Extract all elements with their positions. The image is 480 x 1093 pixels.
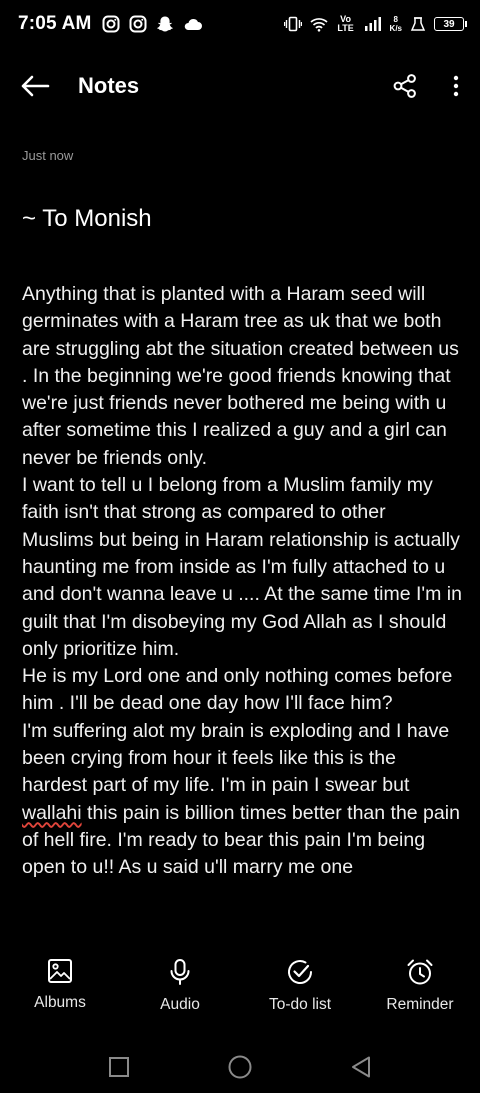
system-nav-bar [0, 1040, 480, 1093]
audio-button[interactable]: Audio [120, 958, 240, 1014]
page-title: Notes [78, 73, 140, 98]
instagram-icon [102, 15, 120, 33]
note-body-text-continued: this pain is billion times better than t… [22, 801, 460, 879]
todo-list-label: To-do list [268, 996, 332, 1013]
status-time: 7:05 AM [18, 13, 92, 34]
check-circle-icon [286, 958, 314, 986]
net-speed-unit: K/s [389, 24, 402, 33]
wifi-icon [309, 17, 328, 32]
battery-level: 39 [443, 18, 455, 30]
spellcheck-flagged-word[interactable]: wallahi [22, 802, 82, 824]
net-speed: 8 K/s [390, 15, 402, 33]
alarm-icon [410, 16, 426, 32]
reminder-button[interactable]: Reminder [360, 958, 480, 1014]
status-bar: 7:05 AM Vo LTE 8 K/s 39 [0, 0, 480, 48]
note-timestamp: Just now [22, 148, 74, 163]
vibrate-icon [283, 16, 302, 32]
audio-label: Audio [160, 996, 200, 1013]
back-triangle-icon[interactable] [350, 1055, 372, 1079]
albums-button[interactable]: Albums [0, 958, 120, 1012]
arrow-left-icon[interactable] [20, 74, 50, 98]
note-body-text: Anything that is planted with a Haram se… [22, 283, 462, 797]
net-speed-value: 8 [393, 15, 398, 24]
recents-square-icon[interactable] [108, 1056, 130, 1078]
microphone-icon [167, 958, 193, 986]
battery-icon: 39 [434, 17, 467, 31]
reminder-label: Reminder [386, 996, 454, 1013]
albums-label: Albums [34, 994, 86, 1011]
home-circle-icon[interactable] [227, 1054, 253, 1080]
app-bar: Notes [0, 56, 480, 116]
instagram-icon [129, 15, 147, 33]
note-title[interactable]: ~ To Monish [22, 205, 152, 233]
note-toolbar: Albums Audio To-do list Reminder [0, 958, 480, 1028]
share-icon[interactable] [392, 73, 418, 99]
image-icon [47, 958, 73, 984]
snapchat-icon [156, 15, 174, 33]
alarm-clock-icon [406, 958, 434, 986]
more-vertical-icon[interactable] [452, 74, 460, 98]
note-body[interactable]: Anything that is planted with a Haram se… [22, 281, 462, 931]
todo-list-button[interactable]: To-do list [240, 958, 360, 1014]
volte-icon: Vo LTE [337, 14, 354, 33]
cloud-icon [183, 17, 203, 31]
signal-icon [364, 17, 382, 31]
